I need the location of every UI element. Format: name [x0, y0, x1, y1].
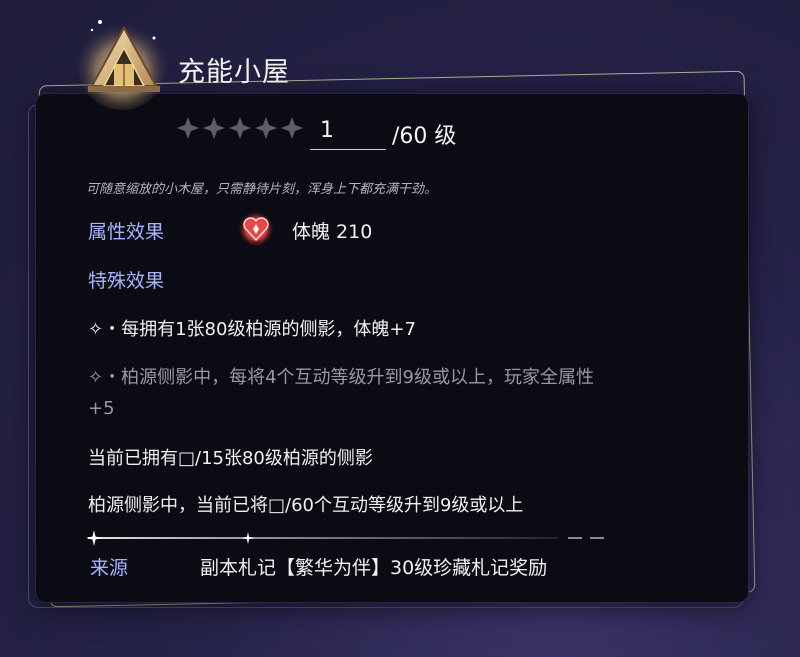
star-icon [255, 117, 277, 139]
divider-line [88, 537, 604, 539]
special-effect-1: ✧・每拥有1张80级柏源的侧影，体魄+7 [88, 319, 416, 340]
source-label: 来源 [90, 557, 129, 579]
star-rating [176, 116, 304, 140]
star-icon [203, 117, 225, 139]
house-icon [78, 20, 166, 110]
star-icon [229, 117, 251, 139]
item-description: 可随意缩放的小木屋，只需静待片刻，浑身上下都充满干劲。 [86, 182, 438, 197]
progress-shadows-owned: 当前已拥有□/15张80级柏源的侧影 [88, 448, 373, 469]
item-title: 充能小屋 [178, 57, 290, 88]
source-value: 副本札记【繁华为伴】30级珍藏札记奖励 [200, 557, 548, 579]
attribute-label: 属性效果 [88, 221, 165, 243]
sparkle-icon [86, 530, 102, 546]
item-detail-panel [36, 94, 748, 602]
special-effect-2-line1: ✧・柏源侧影中，每将4个互动等级升到9级或以上，玩家全属性 [88, 367, 594, 388]
star-icon [281, 117, 303, 139]
level-max-label: /60 级 [392, 124, 457, 149]
attribute-value: 体魄 210 [292, 221, 373, 243]
sparkle-icon [242, 532, 254, 544]
special-effect-2-line2: +5 [88, 398, 115, 419]
special-effect-label: 特殊效果 [88, 270, 165, 292]
star-icon [177, 117, 199, 139]
level-input[interactable]: 1 [310, 112, 386, 150]
scene-background: 充能小屋 1 /60 级 可随意缩放的小木屋，只需静待片刻，浑身上下都充满干劲。… [0, 0, 800, 657]
heart-diamond-icon [238, 211, 274, 247]
progress-interaction-levels: 柏源侧影中，当前已将□/60个互动等级升到9级或以上 [88, 495, 524, 516]
